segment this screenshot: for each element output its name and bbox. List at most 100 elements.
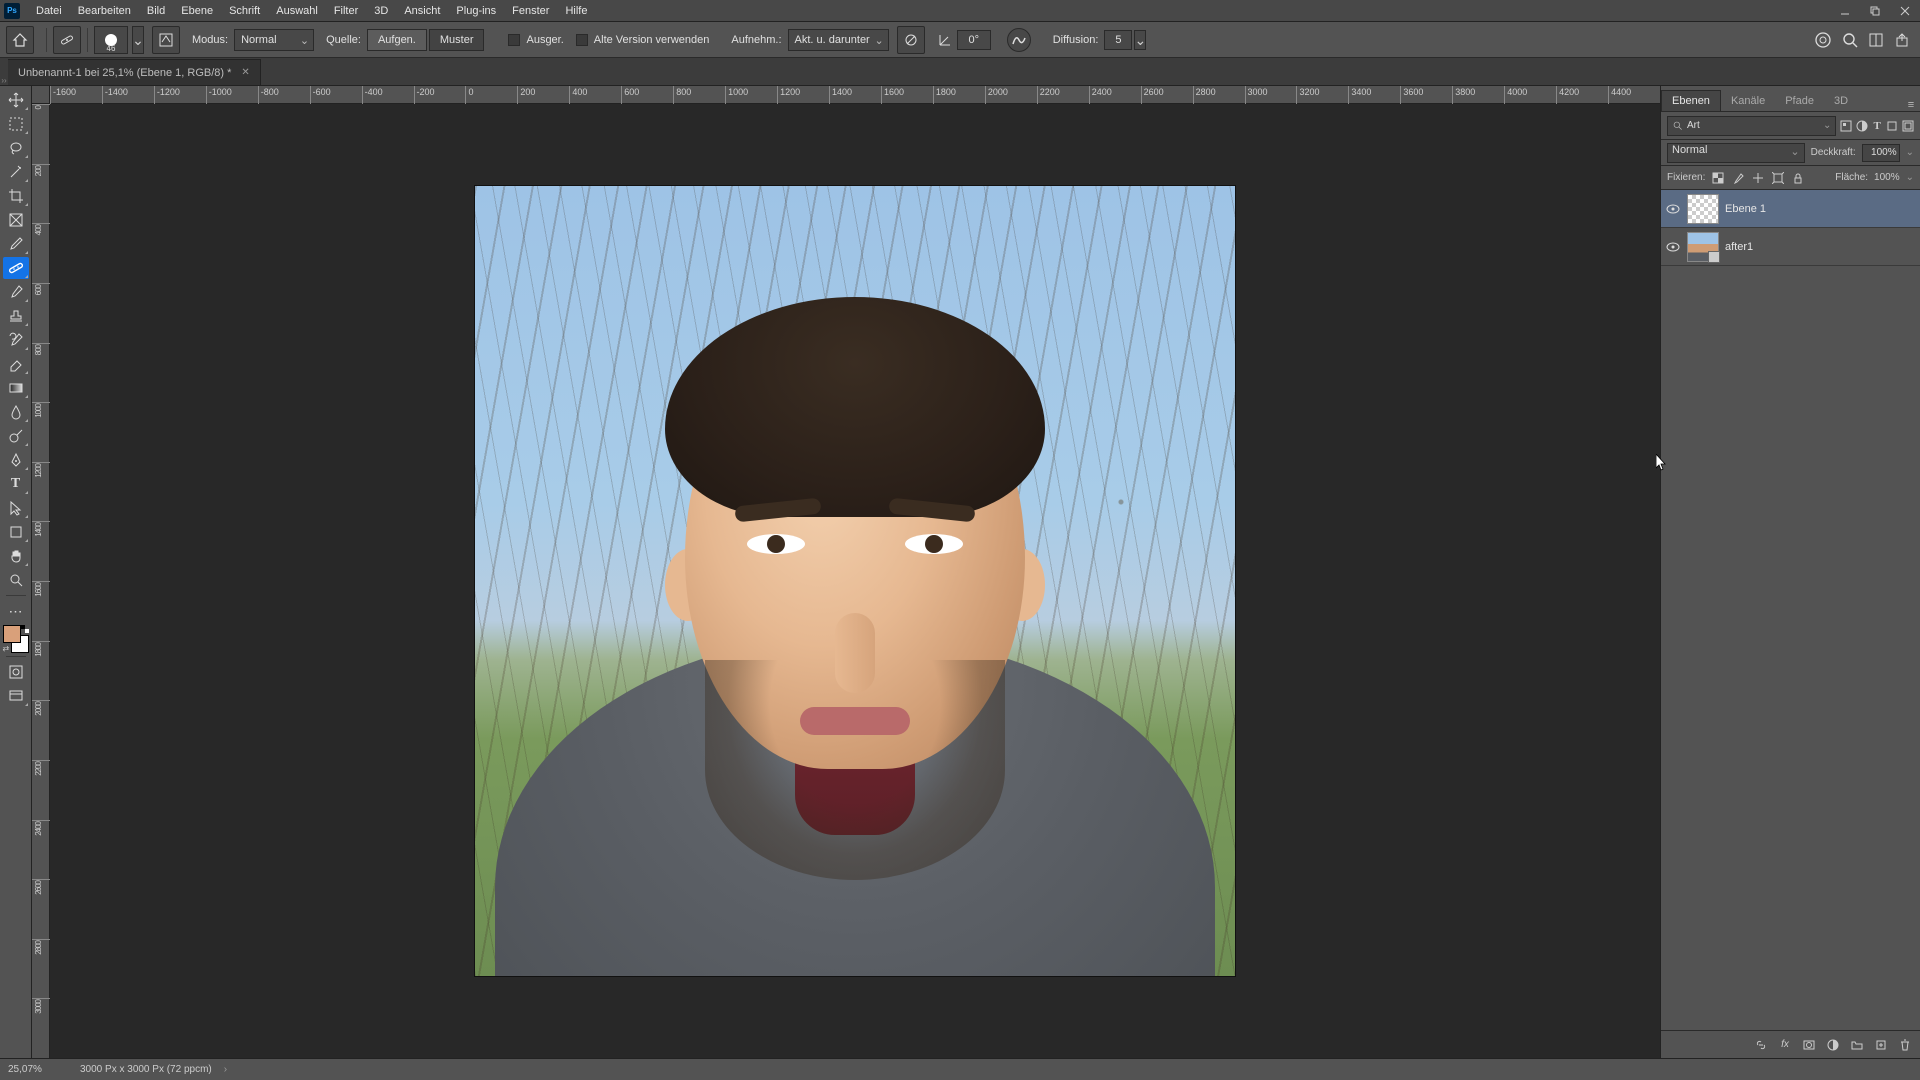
tab-3d[interactable]: 3D [1824,91,1858,111]
adjustment-layer-icon[interactable] [1826,1038,1840,1052]
horizontal-ruler[interactable]: -1600-1400-1200-1000-800-600-400-2000200… [50,86,1660,104]
type-tool[interactable]: T [3,473,29,495]
ruler-origin[interactable] [32,86,50,104]
healing-brush-tool[interactable] [3,257,29,279]
window-close[interactable] [1890,0,1920,22]
menu-filter[interactable]: Filter [326,0,366,22]
chevron-down-icon[interactable]: ⌄ [1906,173,1914,183]
frame-tool[interactable] [3,209,29,231]
blur-tool[interactable] [3,401,29,423]
shape-tool[interactable] [3,521,29,543]
angle-field[interactable]: 0° [957,30,991,50]
delete-layer-icon[interactable] [1898,1038,1912,1052]
tab-scroll-handle[interactable]: ›› [0,76,8,85]
gradient-tool[interactable] [3,377,29,399]
lock-all-icon[interactable] [1791,171,1805,185]
source-pattern-button[interactable]: Muster [429,29,485,51]
menu-layer[interactable]: Ebene [173,0,221,22]
marquee-tool[interactable] [3,113,29,135]
layer-row[interactable]: after1 [1661,228,1920,266]
ignore-adjustment-toggle[interactable] [897,26,925,54]
brush-preset-dropdown[interactable]: ⌄ [132,26,144,54]
layer-row[interactable]: Ebene 1 [1661,190,1920,228]
filter-pixel-icon[interactable] [1840,118,1852,134]
visibility-toggle[interactable] [1665,239,1681,255]
screen-mode-toggle[interactable] [3,685,29,707]
lock-pixels-icon[interactable] [1731,171,1745,185]
layer-name[interactable]: Ebene 1 [1725,203,1766,215]
clone-stamp-tool[interactable] [3,305,29,327]
menu-file[interactable]: Datei [28,0,70,22]
layer-thumbnail[interactable] [1687,232,1719,262]
crop-tool[interactable] [3,185,29,207]
layer-fx-icon[interactable]: fx [1778,1038,1792,1052]
menu-select[interactable]: Auswahl [268,0,326,22]
fill-field[interactable]: 100% [1874,172,1900,183]
pen-tool[interactable] [3,449,29,471]
panel-menu-button[interactable]: ≡ [1902,99,1920,111]
foreground-color-swatch[interactable] [3,625,21,643]
arrange-docs-button[interactable] [1868,32,1884,48]
canvas[interactable] [50,104,1660,1058]
info-menu-caret[interactable]: › [224,1064,227,1075]
tab-channels[interactable]: Kanäle [1721,91,1775,111]
opacity-field[interactable]: 100% [1862,144,1900,162]
zoom-tool[interactable] [3,569,29,591]
color-swatches[interactable]: ⇄ [3,625,29,653]
eraser-tool[interactable] [3,353,29,375]
layer-mask-icon[interactable] [1802,1038,1816,1052]
tool-preset-picker[interactable] [53,26,81,54]
brush-tool[interactable] [3,281,29,303]
wand-tool[interactable] [3,161,29,183]
menu-image[interactable]: Bild [139,0,173,22]
link-layers-icon[interactable] [1754,1038,1768,1052]
path-select-tool[interactable] [3,497,29,519]
brush-settings-toggle[interactable] [152,26,180,54]
pressure-size-toggle[interactable] [1007,28,1031,52]
group-icon[interactable] [1850,1038,1864,1052]
document-info[interactable]: 3000 Px x 3000 Px (72 ppcm) [80,1064,212,1075]
menu-type[interactable]: Schrift [221,0,268,22]
layer-thumbnail[interactable] [1687,194,1719,224]
window-maximize[interactable] [1860,0,1890,22]
new-layer-icon[interactable] [1874,1038,1888,1052]
edit-toolbar[interactable]: ⋯ [3,600,29,622]
cloud-docs-button[interactable] [1814,31,1832,49]
visibility-toggle[interactable] [1665,201,1681,217]
zoom-level[interactable]: 25,07% [8,1064,68,1075]
filter-adjust-icon[interactable] [1856,118,1868,134]
filter-type-icon[interactable]: T [1872,118,1882,134]
menu-3d[interactable]: 3D [366,0,396,22]
tab-layers[interactable]: Ebenen [1661,90,1721,111]
brush-preset-picker[interactable]: 46 [94,26,128,54]
tab-paths[interactable]: Pfade [1775,91,1824,111]
history-brush-tool[interactable] [3,329,29,351]
legacy-checkbox[interactable] [576,34,588,46]
hand-tool[interactable] [3,545,29,567]
filter-shape-icon[interactable] [1886,118,1898,134]
menu-edit[interactable]: Bearbeiten [70,0,139,22]
menu-plugins[interactable]: Plug-ins [448,0,504,22]
blend-mode-select[interactable]: Normal [234,29,314,51]
share-button[interactable] [1894,32,1910,48]
close-icon[interactable]: ✕ [241,67,249,78]
window-minimize[interactable] [1830,0,1860,22]
home-button[interactable] [6,26,34,54]
layer-name[interactable]: after1 [1725,241,1753,253]
layer-blend-mode-select[interactable]: Normal [1667,143,1805,163]
diffusion-field[interactable]: 5 [1104,30,1132,50]
source-sampled-button[interactable]: Aufgen. [367,29,427,51]
chevron-down-icon[interactable]: ⌄ [1906,148,1914,158]
layer-filter-select[interactable]: ⌄ [1667,116,1836,136]
dodge-tool[interactable] [3,425,29,447]
lasso-tool[interactable] [3,137,29,159]
menu-view[interactable]: Ansicht [396,0,448,22]
search-button[interactable] [1842,32,1858,48]
eyedropper-tool[interactable] [3,233,29,255]
lock-artboard-icon[interactable] [1771,171,1785,185]
filter-smart-icon[interactable] [1902,118,1914,134]
lock-transparency-icon[interactable] [1711,171,1725,185]
diffusion-dropdown[interactable]: ⌄ [1134,30,1146,50]
aligned-checkbox[interactable] [508,34,520,46]
quick-mask-toggle[interactable] [3,661,29,683]
